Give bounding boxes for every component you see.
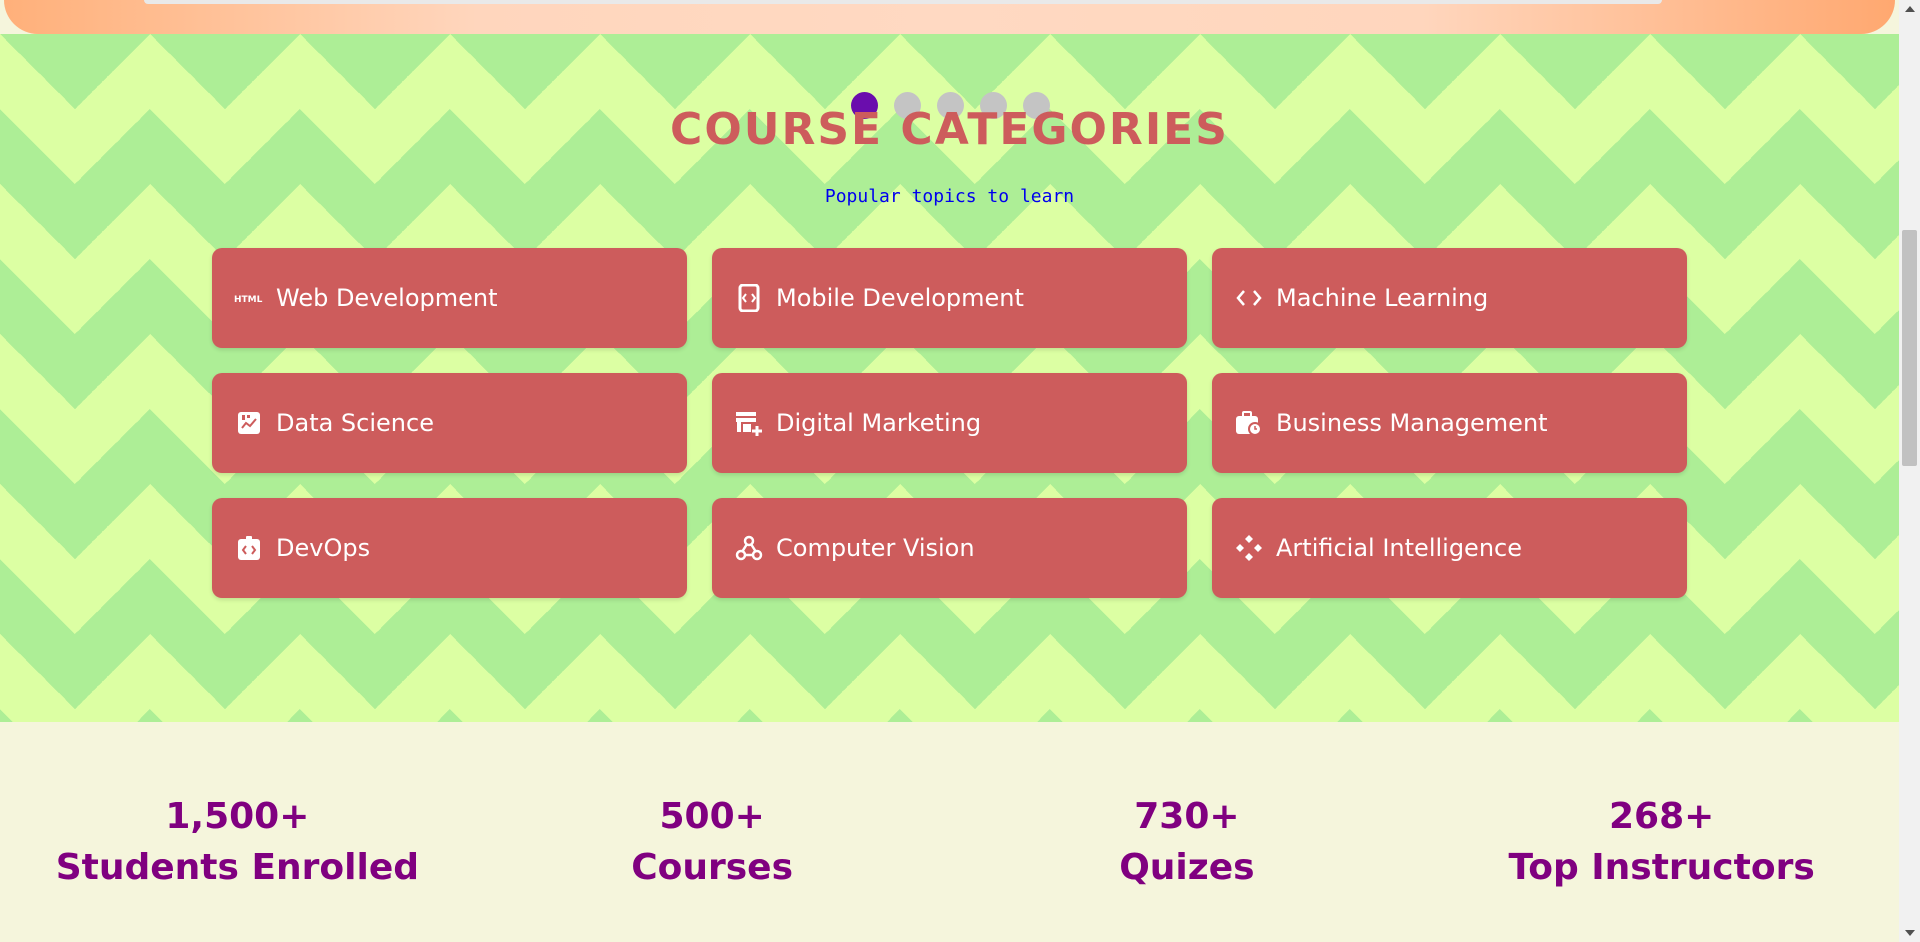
category-label: Artificial Intelligence (1276, 534, 1522, 562)
code-brackets-icon (1234, 283, 1264, 313)
category-label: Machine Learning (1276, 284, 1489, 312)
storefront-add-icon (734, 408, 764, 438)
stat-value: 500+ (659, 796, 765, 837)
category-label: Web Development (276, 284, 498, 312)
developer-board-icon (234, 533, 264, 563)
category-card-artificial-intelligence[interactable]: Artificial Intelligence (1212, 498, 1687, 598)
webhook-icon (734, 533, 764, 563)
category-grid: HTML Web Development Mobile Development … (212, 248, 1687, 598)
category-card-data-science[interactable]: Data Science (212, 373, 687, 473)
stat-quizes: 730+ Quizes (950, 722, 1425, 942)
category-card-devops[interactable]: DevOps (212, 498, 687, 598)
scroll-up-arrow-icon[interactable] (1905, 6, 1915, 12)
category-card-machine-learning[interactable]: Machine Learning (1212, 248, 1687, 348)
html-icon: HTML (234, 283, 264, 313)
page: COURSE CATEGORIES Popular topics to lear… (0, 0, 1899, 942)
svg-text:HTML: HTML (234, 295, 263, 305)
business-center-icon (1234, 408, 1264, 438)
stat-label: Students Enrolled (55, 847, 420, 888)
vertical-scrollbar[interactable] (1899, 0, 1920, 942)
network-diamond-icon (1234, 533, 1264, 563)
category-label: Digital Marketing (776, 409, 982, 437)
stat-label: Top Instructors (1508, 847, 1815, 888)
category-label: Computer Vision (776, 534, 975, 562)
stat-value: 730+ (1134, 796, 1240, 837)
stats-section: 1,500+ Students Enrolled 500+ Courses 73… (0, 722, 1899, 942)
stat-students: 1,500+ Students Enrolled (0, 722, 475, 942)
mobile-code-icon (734, 283, 764, 313)
category-card-computer-vision[interactable]: Computer Vision (712, 498, 1187, 598)
category-label: Mobile Development (776, 284, 1024, 312)
category-label: DevOps (276, 534, 371, 562)
stat-courses: 500+ Courses (475, 722, 950, 942)
section-subtitle: Popular topics to learn (824, 186, 1075, 207)
scroll-down-arrow-icon[interactable] (1905, 930, 1915, 936)
category-label: Business Management (1276, 409, 1548, 437)
stat-instructors: 268+ Top Instructors (1424, 722, 1899, 942)
category-card-digital-marketing[interactable]: Digital Marketing (712, 373, 1187, 473)
category-card-mobile-development[interactable]: Mobile Development (712, 248, 1187, 348)
category-label: Data Science (276, 409, 434, 437)
stat-label: Courses (631, 847, 794, 888)
stat-label: Quizes (1119, 847, 1255, 888)
analytics-icon (234, 408, 264, 438)
section-title: COURSE CATEGORIES (670, 104, 1229, 155)
stat-value: 1,500+ (165, 796, 310, 837)
scrollbar-thumb[interactable] (1902, 230, 1917, 466)
stat-value: 268+ (1608, 796, 1715, 837)
hero-content-bar (144, 0, 1662, 4)
hero-bottom-edge (4, 0, 1895, 34)
category-card-business-management[interactable]: Business Management (1212, 373, 1687, 473)
category-card-web-development[interactable]: HTML Web Development (212, 248, 687, 348)
